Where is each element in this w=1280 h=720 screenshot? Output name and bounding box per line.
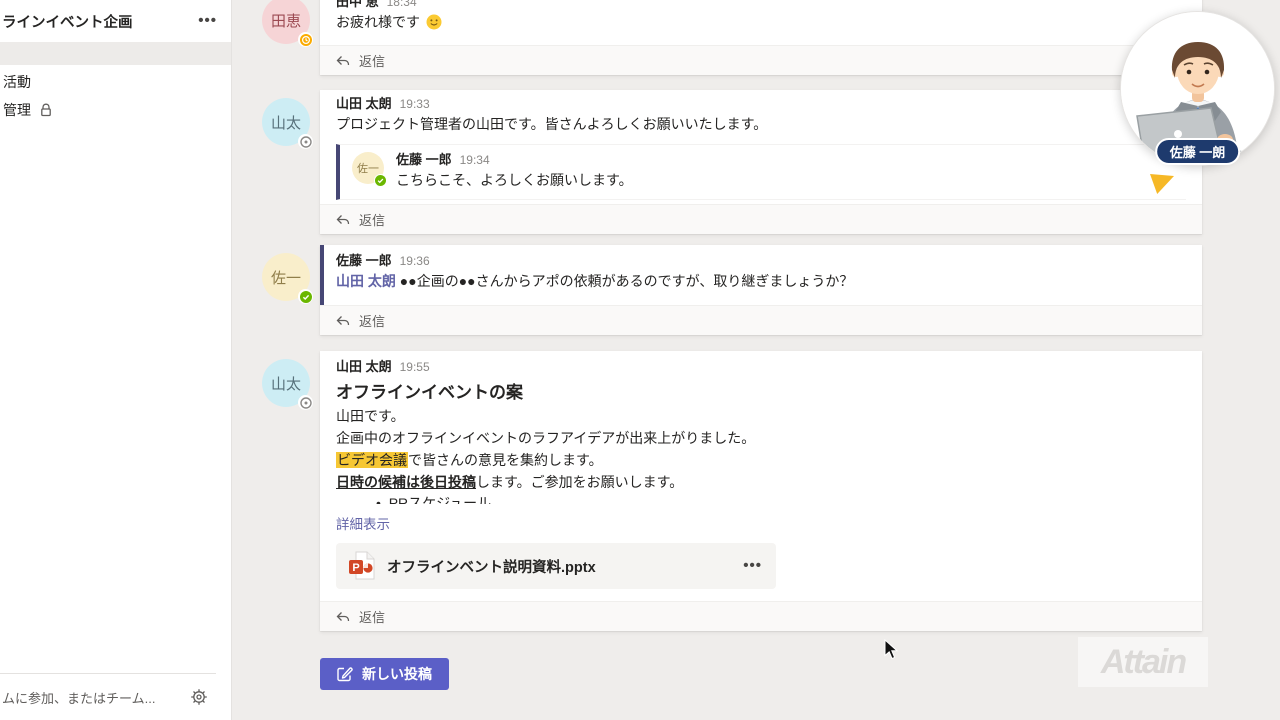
reply-arrow-icon: [336, 611, 350, 623]
reply-button[interactable]: 返信: [320, 305, 1202, 335]
message-card: 田中 恵 18:34 お疲れ様です 返信: [320, 0, 1202, 75]
message-card: 山田 太朗 19:55 オフラインイベントの案 山田です。 企画中のオフラインイ…: [320, 351, 1202, 631]
avatar-initials: 田恵: [271, 10, 301, 31]
message-timestamp: 19:36: [400, 253, 430, 269]
message-text: 山田です。: [336, 405, 1186, 427]
highlighted-text: ビデオ会議: [336, 452, 408, 468]
avatar-initials: 佐一: [271, 267, 301, 288]
message-author: 佐藤 一郎: [396, 152, 452, 168]
message-text: ●●企画の●●さんからアポの依頼があるのですが、取り継ぎましょうか？: [400, 273, 854, 289]
quoted-reply: 佐一 佐藤 一郎 19:34 こちらこそ、よろしくお願いします。: [336, 144, 1186, 200]
message-card: 佐藤 一郎 19:36 山田 太朗 ●●企画の●●さんからアポの依頼があるのです…: [320, 245, 1202, 335]
team-more-options-icon[interactable]: •••: [198, 16, 217, 26]
reply-arrow-icon: [336, 315, 350, 327]
reply-button[interactable]: 返信: [320, 601, 1202, 631]
message-author: 田中 恵: [336, 0, 379, 10]
message-text: こちらこそ、よろしくお願いします。: [396, 170, 633, 190]
message-card: 山田 太朗 19:33 プロジェクト管理者の山田です。皆さんよろしくお願いいたし…: [320, 90, 1202, 234]
message-timestamp: 19:34: [460, 152, 490, 168]
smiley-emoji-icon: [426, 14, 442, 35]
avatar-initials: 山太: [271, 112, 301, 133]
sidebar-item-channel-katsudo[interactable]: 活動: [0, 68, 231, 96]
reply-label: 返信: [359, 51, 385, 70]
channel-sidebar: ラインイベント企画 ••• 活動 管理 ムに参加、またはチーム...: [0, 0, 232, 720]
mouse-cursor: [884, 639, 899, 665]
mention-link[interactable]: 山田 太朗: [336, 273, 396, 289]
presenter-name-badge: 佐藤 一朗: [1155, 138, 1241, 165]
reply-button[interactable]: 返信: [320, 204, 1202, 234]
see-more-link[interactable]: 詳細表示: [336, 513, 390, 533]
message-timestamp: 19:55: [400, 359, 430, 375]
channel-label: 活動: [3, 72, 31, 92]
reply-button[interactable]: 返信: [320, 45, 1202, 75]
attachment-filename: オフラインベント説明資料.pptx: [387, 556, 743, 577]
sidebar-item-channel-kanri[interactable]: 管理: [0, 96, 231, 124]
avatar[interactable]: 田恵: [262, 0, 310, 44]
team-header: ラインイベント企画 •••: [0, 0, 231, 42]
status-available-icon: [298, 289, 313, 304]
presenter-webcam-overlay: 佐藤 一朗: [1120, 11, 1275, 166]
message-text: お疲れ様です: [336, 14, 420, 30]
message-timestamp: 18:34: [387, 0, 417, 10]
teams-app-window: ラインイベント企画 ••• 活動 管理 ムに参加、またはチーム...: [0, 0, 1280, 720]
powerpoint-file-icon: P: [348, 551, 375, 581]
new-post-button[interactable]: 新しい投稿: [320, 658, 449, 690]
message-author: 山田 太朗: [336, 359, 392, 375]
lock-icon: [40, 103, 52, 117]
reply-label: 返信: [359, 311, 385, 330]
compose-icon: [337, 666, 353, 682]
reply-arrow-icon: [336, 55, 350, 67]
join-team-link[interactable]: ムに参加、またはチーム...: [2, 688, 155, 707]
svg-text:P: P: [352, 562, 359, 574]
message-timestamp: 19:33: [400, 96, 430, 112]
attachment-more-options-icon[interactable]: •••: [743, 561, 762, 571]
avatar-initials: 山太: [271, 373, 301, 394]
message-author: 山田 太朗: [336, 96, 392, 112]
message-subject: オフラインイベントの案: [336, 381, 1186, 405]
avatar[interactable]: 佐一: [352, 152, 384, 184]
reply-label: 返信: [359, 210, 385, 229]
gear-icon[interactable]: [190, 688, 208, 706]
reply-label: 返信: [359, 607, 385, 626]
avatar[interactable]: 山太: [262, 98, 310, 146]
sidebar-item-channel-selected[interactable]: [0, 42, 231, 65]
avatar[interactable]: 山太: [262, 359, 310, 407]
attachment-card[interactable]: P オフラインベント説明資料.pptx •••: [336, 543, 776, 589]
status-offline-icon: [298, 395, 313, 410]
avatar[interactable]: 佐一: [262, 253, 310, 301]
message-text: ビデオ会議で皆さんの意見を集約します。: [336, 449, 1186, 471]
message-author: 佐藤 一郎: [336, 253, 392, 269]
message-text: 企画中のオフラインイベントのラフアイデアが出来上がりました。: [336, 427, 1186, 449]
message-text: プロジェクト管理者の山田です。皆さんよろしくお願いいたします。: [336, 114, 1186, 134]
status-away-icon: [298, 32, 313, 47]
sidebar-footer: ムに参加、またはチーム...: [0, 673, 216, 720]
truncated-bullet-item: • PRスケジュール: [336, 493, 1186, 504]
attain-watermark-logo: Attain: [1078, 637, 1208, 687]
status-available-icon: [374, 174, 387, 187]
new-post-label: 新しい投稿: [362, 664, 432, 684]
status-offline-icon: [298, 134, 313, 149]
reply-arrow-icon: [336, 214, 350, 226]
team-name: ラインイベント企画: [2, 11, 133, 32]
channel-label: 管理: [3, 100, 31, 120]
emphasized-text: 日時の候補は後日投稿: [336, 474, 476, 490]
message-text: 日時の候補は後日投稿します。ご参加をお願いします。: [336, 471, 1186, 493]
avatar-initials: 佐一: [357, 160, 379, 176]
